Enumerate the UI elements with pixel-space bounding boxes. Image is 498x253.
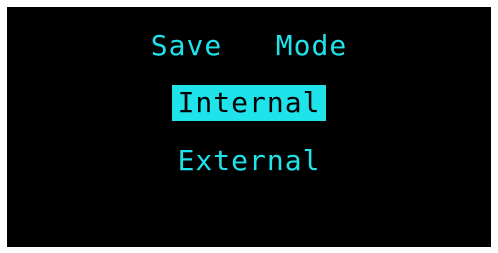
option-internal[interactable]: Internal — [171, 85, 327, 121]
screen-title: Save Mode — [150, 29, 348, 62]
menu-row-external: External — [7, 143, 491, 179]
oled-display: Save Mode Internal External — [7, 7, 491, 247]
menu-row-internal: Internal — [7, 85, 491, 121]
option-external[interactable]: External — [172, 143, 327, 179]
